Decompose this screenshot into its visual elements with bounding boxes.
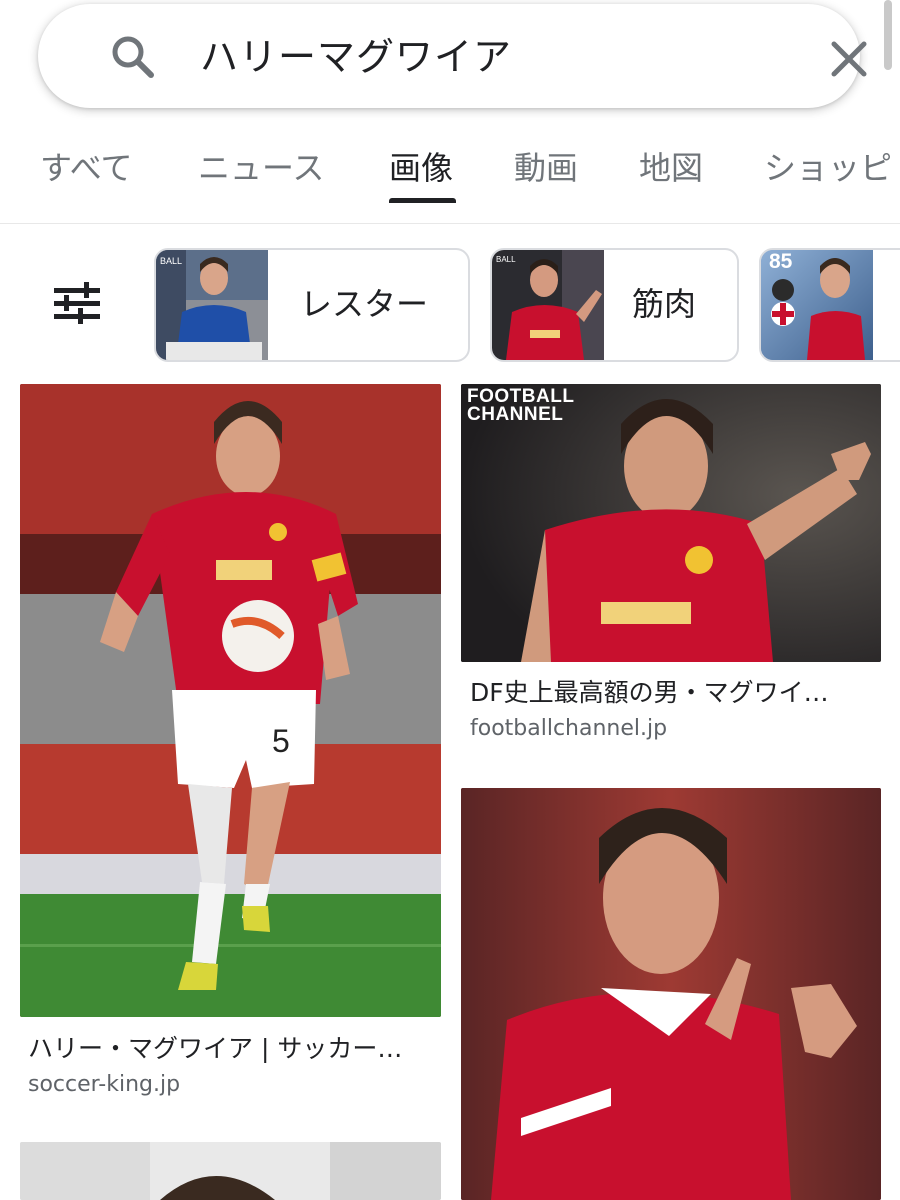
result-image[interactable]: 5	[20, 384, 441, 1017]
player-pointing-photo	[461, 384, 881, 662]
image-result[interactable]: 5 ハリー・マグワイア | サッカー… soccer-king.jp	[0, 384, 450, 1104]
related-chips: BALL レスター BALL 筋肉 85	[0, 224, 900, 374]
search-icon[interactable]	[110, 34, 156, 80]
badge-line: CHANNEL	[467, 404, 564, 425]
svg-text:BALL: BALL	[160, 256, 182, 266]
source-badge: FOOTBALL CHANNEL	[467, 387, 574, 425]
result-title[interactable]: ハリー・マグワイア | サッカー…	[28, 1032, 402, 1066]
active-tab-indicator	[389, 198, 456, 203]
player-running-photo: 5	[20, 384, 441, 1017]
result-title[interactable]: DF史上最高額の男・マグワイ…	[470, 676, 829, 710]
search-input[interactable]: ハリーマグワイア	[200, 32, 512, 82]
chip-thumbnail: BALL	[156, 250, 268, 360]
result-source: footballchannel.jp	[470, 716, 668, 741]
tab-images[interactable]: 画像	[389, 146, 453, 190]
tune-icon[interactable]	[54, 282, 100, 326]
result-image[interactable]	[20, 1142, 441, 1200]
tab-news[interactable]: ニュース	[198, 146, 324, 190]
tab-shopping[interactable]: ショッピ	[764, 146, 892, 190]
tab-videos[interactable]: 動画	[514, 146, 578, 190]
chip-label: レスター	[300, 285, 429, 323]
svg-text:5: 5	[272, 723, 290, 759]
player-clapping-photo	[461, 788, 881, 1200]
result-image[interactable]	[461, 788, 881, 1200]
chip-muscle[interactable]: BALL 筋肉	[490, 248, 739, 362]
image-result[interactable]	[450, 788, 900, 1200]
chip-leicester[interactable]: BALL レスター	[154, 248, 470, 362]
tab-maps[interactable]: 地図	[639, 146, 703, 190]
chip-label: 筋肉	[632, 285, 697, 323]
player-photo	[20, 1142, 441, 1200]
player-rating: 85	[769, 250, 793, 273]
scrollbar[interactable]	[884, 0, 892, 70]
image-result[interactable]: FOOTBALL CHANNEL DF史上最高額の男・マグワイ… footbal…	[450, 384, 900, 764]
result-image[interactable]: FOOTBALL CHANNEL	[461, 384, 881, 662]
chip-game-card[interactable]: 85	[759, 248, 900, 362]
chip-thumbnail: BALL	[492, 250, 604, 360]
result-source: soccer-king.jp	[28, 1072, 181, 1097]
search-tabs: すべて ニュース 画像 動画 地図 ショッピ	[0, 118, 900, 224]
search-box[interactable]: ハリーマグワイア	[38, 4, 867, 108]
tab-all[interactable]: すべて	[40, 146, 132, 190]
search-header: ハリーマグワイア	[0, 0, 900, 118]
image-result[interactable]	[0, 1142, 450, 1200]
close-icon[interactable]	[828, 38, 870, 80]
svg-text:BALL: BALL	[496, 255, 516, 264]
